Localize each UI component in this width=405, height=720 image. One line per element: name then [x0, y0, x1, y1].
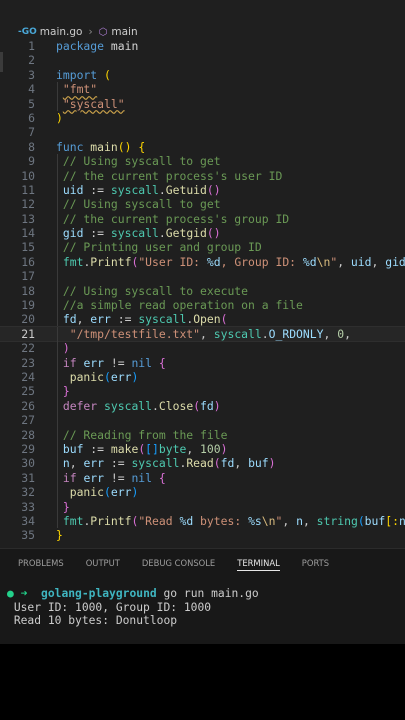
code-line[interactable]: 16 fmt.Printf("User ID: %d, Group ID: %d… — [0, 254, 405, 270]
tab-terminal[interactable]: TERMINAL — [237, 555, 280, 571]
tab-problems[interactable]: PROBLEMS — [18, 555, 64, 577]
code-line[interactable]: 33 } — [0, 499, 405, 514]
code-line[interactable]: 26 defer syscall.Close(fd) — [0, 398, 405, 414]
line-number: 30 — [21, 456, 35, 471]
terminal-command: go run main.go — [163, 587, 259, 600]
line-number: 29 — [21, 441, 35, 456]
code-line[interactable]: 6) — [0, 111, 405, 125]
code-line[interactable]: 15 // Printing user and group ID — [0, 240, 405, 255]
code-line[interactable]: 23 if err != nil { — [0, 355, 405, 370]
line-number: 7 — [28, 125, 35, 140]
line-number: 1 — [28, 39, 35, 53]
code-line[interactable]: 35} — [0, 528, 405, 542]
prompt-status-dot-icon: ● — [7, 587, 14, 600]
code-line[interactable]: 4 "fmt" — [0, 82, 405, 97]
line-number: 22 — [21, 341, 35, 356]
line-number: 32 — [21, 485, 35, 500]
panel-tabs: PROBLEMS OUTPUT DEBUG CONSOLE TERMINAL P… — [18, 555, 329, 577]
code-line[interactable]: 12 // Using syscall to get — [0, 197, 405, 212]
line-number: 34 — [21, 513, 35, 528]
code-line[interactable]: 25 } — [0, 384, 405, 399]
line-number: 8 — [28, 139, 35, 154]
code-line[interactable]: 20 fd, err := syscall.Open( — [0, 312, 405, 327]
terminal-output[interactable]: ● ➜ golang-playground go run main.go Use… — [7, 587, 259, 628]
code-line[interactable]: 9 // Using syscall to get — [0, 154, 405, 169]
code-line[interactable]: 2 — [0, 53, 405, 67]
line-number: 18 — [21, 283, 35, 298]
code-line[interactable]: 32 panic(err) — [0, 485, 405, 500]
code-line[interactable]: 8 func main() { — [0, 140, 405, 154]
line-number: 3 — [28, 67, 35, 82]
tab-output[interactable]: OUTPUT — [86, 555, 120, 577]
line-number: 11 — [21, 182, 35, 197]
line-number: 24 — [21, 369, 35, 384]
code-line[interactable]: 28 // Reading from the file — [0, 427, 405, 442]
line-number: 19 — [21, 298, 35, 313]
line-number: 23 — [21, 355, 35, 370]
code-editor[interactable]: -GO main.go › ⬡ main 1 package main 2 3 im… — [0, 0, 405, 548]
line-number: 21 — [21, 326, 35, 341]
line-number: 28 — [21, 427, 35, 442]
chevron-right-icon: › — [88, 26, 93, 38]
code-lines[interactable]: 1 package main 2 3 import ( 4 "fmt" 5 "sys… — [0, 39, 405, 543]
terminal-output-line: Read 10 bytes: Donutloop — [13, 614, 178, 627]
code-line-current[interactable]: 21 "/tmp/testfile.txt", syscall.O_RDONLY… — [0, 325, 405, 343]
line-number: 2 — [28, 53, 35, 68]
line-number: 10 — [21, 168, 35, 183]
line-number: 17 — [21, 269, 35, 284]
tab-ports[interactable]: PORTS — [302, 555, 329, 577]
code-line[interactable]: 13 // the current process's group ID — [0, 211, 405, 227]
code-line[interactable]: 18 // Using syscall to execute — [0, 283, 405, 299]
breadcrumb-symbol[interactable]: main — [111, 26, 137, 38]
code-line[interactable]: 5 "syscall" — [0, 96, 405, 111]
code-line[interactable]: 1 package main — [0, 39, 405, 53]
code-line[interactable]: 22 ) — [0, 341, 405, 356]
line-number: 14 — [21, 226, 35, 241]
line-number: 9 — [28, 154, 35, 169]
code-line[interactable]: 10 // the current process's user ID — [0, 168, 405, 183]
terminal-output-line: User ID: 1000, Group ID: 1000 — [13, 600, 212, 614]
line-number: 27 — [21, 413, 35, 428]
terminal-cwd: golang-playground — [41, 587, 157, 600]
prompt-arrow-icon: ➜ — [20, 587, 28, 600]
line-number: 16 — [21, 254, 35, 269]
line-number: 13 — [21, 211, 35, 226]
code-line[interactable]: 34 fmt.Printf("Read %d bytes: %s\n", n, … — [0, 513, 405, 529]
go-file-icon: -GO — [18, 27, 37, 37]
line-number: 4 — [28, 82, 35, 97]
line-number: 12 — [21, 197, 35, 212]
code-line[interactable]: 29 buf := make([]byte, 100) — [0, 441, 405, 457]
line-number: 15 — [21, 240, 35, 255]
breadcrumb: -GO main.go › ⬡ main — [18, 24, 138, 40]
line-number: 26 — [21, 398, 35, 413]
line-number: 35 — [21, 528, 35, 543]
code-line[interactable]: 7 — [0, 125, 405, 139]
line-number: 6 — [28, 110, 35, 125]
function-symbol-icon: ⬡ — [98, 26, 108, 38]
code-line[interactable]: 19 //a simple read operation on a file — [0, 298, 405, 313]
code-line[interactable]: 3 import ( — [0, 68, 405, 82]
code-line[interactable]: 31 if err != nil { — [0, 470, 405, 486]
line-number: 5 — [28, 96, 35, 111]
code-line[interactable]: 30 n, err := syscall.Read(fd, buf) — [0, 456, 405, 471]
code-line[interactable]: 11 uid := syscall.Getuid() — [0, 182, 405, 198]
breadcrumb-file[interactable]: main.go — [40, 26, 83, 38]
code-line[interactable]: 24 panic(err) — [0, 369, 405, 385]
code-line[interactable]: 14 gid := syscall.Getgid() — [0, 226, 405, 241]
line-number: 25 — [21, 384, 35, 399]
line-number: 20 — [21, 312, 35, 327]
code-line[interactable]: 27 — [0, 413, 405, 428]
line-number: 33 — [21, 499, 35, 514]
bottom-panel: PROBLEMS OUTPUT DEBUG CONSOLE TERMINAL P… — [0, 548, 405, 645]
tab-debug-console[interactable]: DEBUG CONSOLE — [142, 555, 215, 577]
code-line[interactable]: 17 — [0, 269, 405, 284]
line-number: 31 — [21, 470, 35, 485]
black-background-area — [0, 644, 405, 720]
